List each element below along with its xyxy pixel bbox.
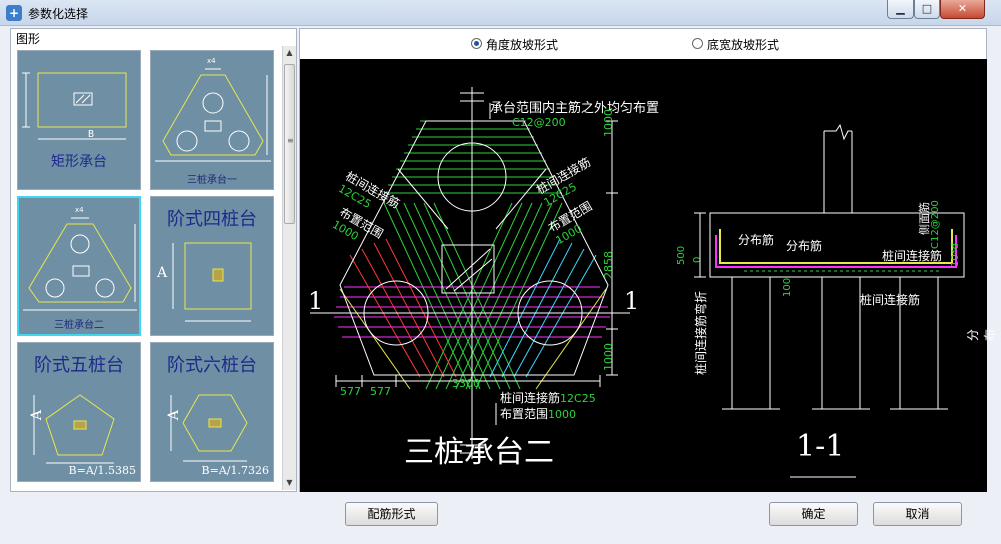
plan-top-spec: C12@200	[512, 116, 566, 129]
scroll-thumb[interactable]: ≡	[284, 64, 295, 224]
section-title: 1-1	[796, 429, 845, 464]
section-10d: 10*d	[950, 242, 961, 267]
dim-label: x4	[207, 57, 216, 65]
section-dist-bend: 分布筋弯折	[966, 328, 1001, 341]
section-link2: 桩间连接筋	[860, 293, 921, 307]
section-side-spec: C12@200	[930, 200, 941, 249]
section-0: 0	[692, 256, 703, 263]
thumbnail-list: B 矩形承台 x4 三桩承台一 x4 三桩承台二 阶式四桩台 A 阶式五桩台 A…	[14, 46, 280, 490]
section-bend: 桩间连接筋弯折	[694, 290, 708, 375]
dim-label: A	[157, 265, 168, 281]
cancel-button[interactable]: 取消	[873, 502, 962, 526]
dim-1000-top: 1000	[602, 109, 615, 137]
three-pile-1-diagram	[155, 68, 271, 162]
dim-label: A	[166, 409, 183, 421]
cad-preview-canvas: 承台范围内主筋之外均匀布置 C12@200 桩间连接筋 12C25 布置范围 1…	[300, 59, 1001, 492]
section-link: 桩间连接筋	[882, 249, 943, 263]
section-mark-right: 1	[624, 287, 640, 315]
gallery-label: 图形	[16, 32, 41, 46]
formula-label: B=A/1.5385	[68, 464, 136, 477]
dim-2858: 2858	[602, 251, 615, 279]
title-bar[interactable]: + 参数化选择 ▁ □ ✕	[0, 0, 1001, 26]
minimize-button[interactable]: ▁	[887, 0, 914, 19]
parametric-select-window: + 参数化选择 ▁ □ ✕ 图形 B 矩形承台 x4 三桩承台一 x4 三桩承台…	[0, 0, 1001, 544]
app-icon: +	[6, 5, 22, 21]
plan-bottom-rebar: 桩间连接筋12C25	[500, 391, 596, 405]
thumb-step-six-pile[interactable]: 阶式六桩台 A B=A/1.7326	[150, 342, 274, 482]
scroll-up-icon[interactable]: ▲	[283, 46, 296, 60]
section-mark-left: 1	[308, 287, 324, 315]
dim-577-a: 577	[340, 385, 361, 398]
radio-bottom-label[interactable]: 底宽放坡形式	[707, 36, 779, 53]
gallery-scrollbar[interactable]: ▲ ≡ ▼	[282, 46, 296, 490]
shape-gallery-panel: 图形 B 矩形承台 x4 三桩承台一 x4 三桩承台二 阶式四桩台 A 阶式五桩…	[10, 28, 297, 492]
section-dist1: 分布筋	[738, 233, 775, 247]
scroll-down-icon[interactable]: ▼	[283, 476, 296, 490]
green-hatch	[383, 120, 563, 390]
window-title: 参数化选择	[28, 7, 89, 21]
thumb-label: 矩形承台	[51, 154, 107, 170]
radio-angle-label[interactable]: 角度放坡形式	[486, 36, 558, 53]
thumb-three-pile-2[interactable]: x4 三桩承台二	[17, 196, 141, 336]
dim-577-b: 577	[370, 385, 391, 398]
thumb-three-pile-1[interactable]: x4 三桩承台一	[150, 50, 274, 190]
rebar-form-button[interactable]: 配筋形式	[345, 502, 438, 526]
formula-label: B=A/1.7326	[201, 464, 269, 477]
dim-label: x4	[75, 206, 84, 214]
thumb-label: 阶式四桩台	[167, 209, 257, 230]
plan-title: 三桩承台二	[404, 435, 554, 470]
dim-label: A	[29, 409, 46, 421]
section-100: 100	[782, 277, 793, 297]
section-500: 500	[676, 245, 687, 265]
thumb-label: 三桩承台一	[187, 175, 237, 186]
plan-top-note: 承台范围内主筋之外均匀布置	[490, 101, 660, 116]
radio-bottom-width-slope[interactable]	[692, 38, 703, 49]
dim-3300: 3300	[452, 377, 480, 390]
thumb-label: 阶式六桩台	[167, 355, 257, 376]
thumb-rect-cap[interactable]: B 矩形承台	[17, 50, 141, 190]
preview-panel: 角度放坡形式 底宽放坡形式 承台范围内主筋之外均匀布置 C12@200 桩间连接…	[299, 28, 1001, 492]
plan-bottom-range: 布置范围1000	[500, 407, 577, 421]
ok-button[interactable]: 确定	[769, 502, 858, 526]
close-button[interactable]: ✕	[940, 0, 985, 19]
slope-form-options: 角度放坡形式 底宽放坡形式	[300, 35, 986, 55]
thumb-label: 三桩承台二	[54, 320, 104, 331]
grip-icon: ≡	[287, 136, 294, 145]
bottom-button-bar: 配筋形式 确定 取消	[0, 494, 1001, 544]
dim-label: B	[88, 129, 95, 140]
thumb-label: 阶式五桩台	[34, 355, 124, 376]
section-view	[694, 123, 965, 478]
dim-1000-bottom: 1000	[602, 343, 615, 371]
radio-angle-slope[interactable]	[471, 38, 482, 49]
thumb-step-four-pile[interactable]: 阶式四桩台 A	[150, 196, 274, 336]
section-dist2: 分布筋	[786, 239, 823, 253]
maximize-button[interactable]: □	[914, 0, 940, 19]
thumb-step-five-pile[interactable]: 阶式五桩台 A B=A/1.5385	[17, 342, 141, 482]
